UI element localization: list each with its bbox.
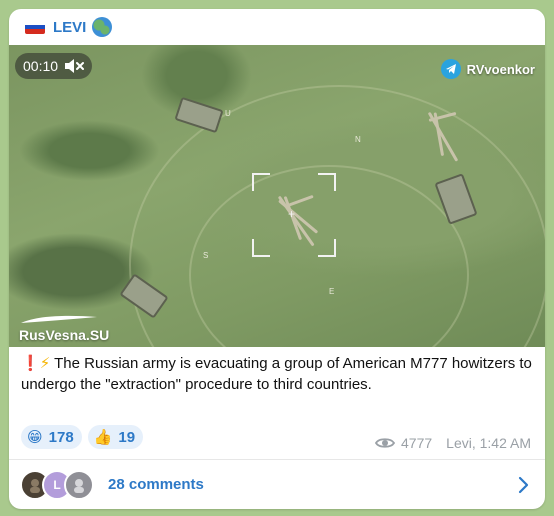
comments-row[interactable]: L 28 comments [9, 460, 545, 509]
lightning-icon: ⚡ [39, 355, 51, 372]
thumbs-up-icon: 👍 [93, 429, 113, 446]
author-time: Levi, 1:42 AM [446, 435, 531, 451]
chevron-right-icon[interactable] [517, 476, 529, 494]
reaction-count: 19 [118, 428, 136, 446]
truck [174, 96, 224, 134]
video-timer[interactable]: 00:10 [15, 53, 93, 79]
exclamation-icon: ❗ [21, 355, 40, 372]
targeting-reticle: + [252, 173, 336, 257]
view-count: 4777 [401, 435, 433, 451]
speaker-muted-icon[interactable] [64, 58, 85, 74]
eye-icon [375, 438, 396, 448]
reaction-count: 178 [48, 428, 74, 446]
source-tag: RVvoenkor [440, 59, 535, 79]
avatar [64, 469, 94, 500]
watermark: RusVesna.SU [19, 313, 109, 343]
reaction-grin[interactable]: 😁 178 [21, 425, 82, 449]
watermark-text: RusVesna.SU [19, 327, 110, 343]
field-mark: N [355, 135, 361, 144]
source-channel-name: RVvoenkor [466, 61, 535, 77]
comments-link[interactable]: 28 comments [108, 476, 204, 493]
timer-label: 00:10 [23, 58, 59, 74]
message-card: LEVI U N S E + 00:10 RVvoenkor RusVesna.… [9, 9, 545, 509]
swoosh-logo-icon [21, 315, 97, 323]
grinning-face-icon: 😁 [27, 429, 43, 446]
field-mark: E [329, 287, 335, 296]
commenter-avatars: L [20, 469, 94, 500]
message-meta: 4777 Levi, 1:42 AM [375, 435, 531, 451]
channel-name[interactable]: LEVI [53, 19, 86, 36]
message-text: ❗⚡ The Russian army is evacuating a grou… [21, 353, 533, 395]
message-body: The Russian army is evacuating a group o… [21, 355, 532, 393]
field-mark: U [225, 109, 231, 118]
russian-flag-icon [25, 20, 45, 34]
channel-header[interactable]: LEVI [9, 9, 545, 45]
video-preview[interactable]: U N S E + 00:10 RVvoenkor RusVesna.SU [9, 45, 545, 347]
globe-icon [92, 17, 113, 37]
reactions-bar: 😁 178 👍 19 [21, 425, 144, 449]
telegram-icon [440, 59, 461, 79]
field-mark: S [203, 251, 209, 260]
reaction-thumbs-up[interactable]: 👍 19 [87, 425, 144, 449]
